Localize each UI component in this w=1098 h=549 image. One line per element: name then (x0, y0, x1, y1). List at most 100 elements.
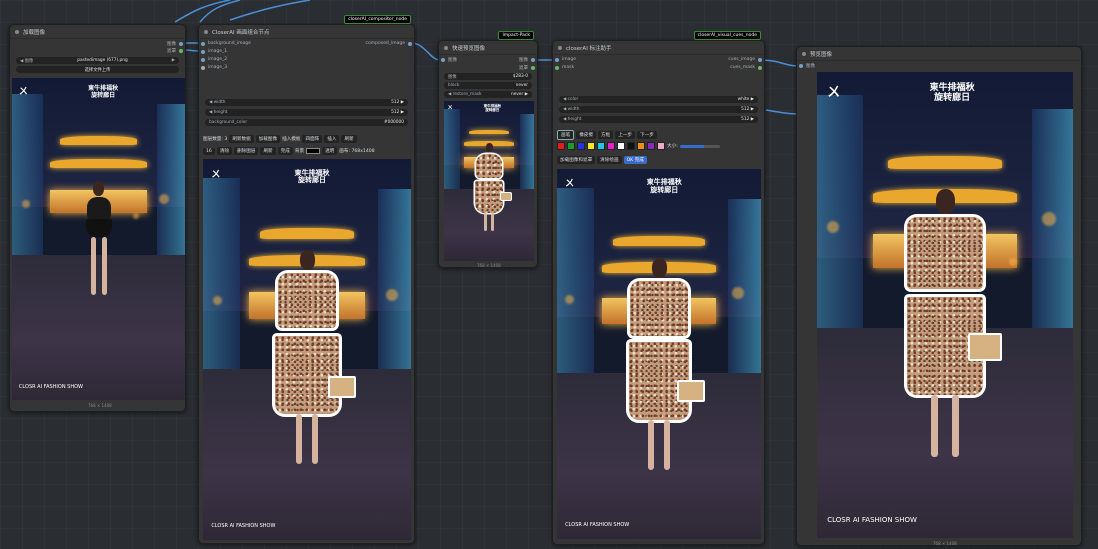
collapse-dot-icon[interactable] (558, 45, 562, 50)
collapse-dot-icon[interactable] (15, 29, 19, 34)
output-slot-mask[interactable]: 遮罩 (519, 65, 535, 71)
input-slot-image[interactable]: 图像 (799, 63, 815, 69)
width-widget[interactable]: ◀ width 512 ▶ (205, 99, 408, 106)
collapse-dot-icon[interactable] (802, 51, 806, 56)
image-select-combo[interactable]: ◀ 图像 pastedimage (677).png ▶ (16, 57, 179, 64)
output-slot-cues-image[interactable]: cues_image (728, 57, 762, 62)
collapse-dot-icon[interactable] (204, 29, 208, 34)
node-title-bar[interactable]: closerAI 标注助手 (553, 41, 764, 55)
height-widget[interactable]: ◀ height 512 ▶ (559, 116, 758, 123)
background-swatch[interactable] (306, 148, 321, 154)
input-pin-icon[interactable] (441, 58, 445, 62)
output-pin-icon[interactable] (179, 49, 183, 53)
annotation-canvas[interactable]: ㄨ 東牛排福秋 旋转廊日 CLOSR AI FASHION SHOW (557, 169, 761, 539)
load-image-mask-button[interactable]: 加载图像和遮罩 (557, 156, 596, 164)
input-slot-mask[interactable]: mask (555, 65, 574, 70)
brush-size-slider[interactable] (679, 144, 720, 148)
color-swatch[interactable] (557, 142, 565, 150)
node-title-bar[interactable]: CloserAI 画面组合节点 (199, 25, 414, 39)
output-pin-icon[interactable] (531, 66, 535, 70)
output-pin-icon[interactable] (758, 65, 762, 70)
node-badge: Impact-Pack (498, 31, 534, 40)
color-swatch[interactable] (627, 142, 635, 150)
color-widget[interactable]: ◀ color white ▶ (559, 96, 758, 103)
color-swatch[interactable] (567, 142, 575, 150)
output-slot-image[interactable]: 图像 (167, 41, 183, 47)
collapse-dot-icon[interactable] (444, 45, 448, 50)
node-title-bar[interactable]: 快速预览图像 (439, 41, 537, 55)
font-size-input[interactable]: 16 (203, 147, 215, 155)
done-button[interactable]: 完成 (277, 147, 293, 155)
color-swatch[interactable] (617, 142, 625, 150)
input-pin-icon[interactable] (201, 65, 205, 70)
width-widget[interactable]: ◀ width 512 ▶ (559, 106, 758, 113)
input-pin-icon[interactable] (799, 64, 803, 68)
ok-done-button[interactable]: OK 完成 (623, 156, 647, 164)
handbag-layer[interactable] (327, 376, 356, 399)
background-color-widget[interactable]: background_color #000000 (205, 119, 408, 126)
color-swatch[interactable] (647, 142, 655, 150)
node-title-bar[interactable]: 加载图像 (10, 25, 185, 39)
input-slot-background[interactable]: background_image (201, 41, 251, 46)
color-swatch[interactable] (607, 142, 615, 150)
preview-image: ㄨ 東牛排福秋 旋转廊日 (444, 101, 534, 261)
output-slot-image[interactable]: 图像 (519, 57, 535, 63)
image-widget[interactable]: 图像 $283-0 (444, 73, 532, 80)
input-pin-icon[interactable] (555, 57, 559, 62)
handbag (968, 332, 1003, 361)
load-image-button[interactable]: 加载图像 (255, 135, 281, 143)
color-palette: 大小: (557, 142, 720, 150)
output-pin-icon[interactable] (531, 58, 535, 62)
input-slot-image1[interactable]: image_1 (201, 49, 227, 54)
output-pin-icon[interactable] (179, 42, 183, 46)
height-widget[interactable]: ◀ height 512 ▶ (205, 109, 408, 116)
compositor-node[interactable]: closerAI_compositor_node CloserAI 画面组合节点… (198, 15, 415, 544)
upload-button[interactable]: 选择文件上传 (16, 66, 179, 73)
color-swatch[interactable] (657, 142, 665, 150)
input-slot-image2[interactable]: image_2 (201, 57, 227, 62)
brush-tool-button[interactable]: 画笔 (557, 130, 575, 140)
arrow-left-icon[interactable]: ◀ 图像 (20, 58, 33, 64)
refresh-data-button[interactable]: 刷新数据 (229, 135, 254, 143)
output-slot-composed[interactable]: composed_image (366, 41, 412, 46)
delete-layer-button[interactable]: 删除图层 (234, 147, 259, 155)
input-pin-icon[interactable] (201, 41, 205, 46)
box-tool-button[interactable]: 方框 (598, 131, 614, 139)
visual-cues-node[interactable]: closerAI_visual_cues_node closerAI 标注助手 … (552, 31, 765, 545)
restore-mask-widget[interactable]: ◀ restore_mask never ▶ (444, 91, 532, 98)
color-swatch[interactable] (597, 142, 605, 150)
node-title: 加载图像 (23, 29, 46, 36)
clear-button[interactable]: 清除 (216, 147, 233, 155)
output-pin-icon[interactable] (408, 41, 412, 46)
output-pin-icon[interactable] (758, 57, 762, 62)
poster-caption: CLOSR AI FASHION SHOW (18, 384, 83, 391)
floral-blouse-layer[interactable] (278, 273, 336, 329)
input-slot-image[interactable]: 图像 (441, 57, 457, 63)
composed-canvas[interactable]: ㄨ 東牛排福秋 旋转廊日 CLOSR AI FASHION SHOW (203, 159, 411, 540)
output-slot-mask[interactable]: 遮罩 (167, 48, 183, 54)
color-swatch[interactable] (577, 142, 585, 150)
load-image-node[interactable]: 加载图像 图像 遮罩 ◀ 图像 pastedimage (677).png ▶ … (9, 24, 186, 412)
output-slot-cues-mask[interactable]: cues_mask (730, 65, 762, 70)
input-pin-icon[interactable] (201, 57, 205, 62)
node-title-bar[interactable]: 预览图像 (797, 47, 1081, 61)
refresh-button[interactable]: 刷新 (341, 135, 357, 143)
input-slot-image[interactable]: image (555, 57, 576, 62)
clear-drawing-button[interactable]: 清除绘画 (597, 156, 622, 164)
template-select[interactable]: 四面阵 (302, 135, 323, 143)
refresh-button-2[interactable]: 刷新 (260, 147, 276, 155)
input-slot-image3[interactable]: image_3 (201, 65, 227, 70)
input-pin-icon[interactable] (201, 49, 205, 54)
eraser-tool-button[interactable]: 橡皮擦 (576, 131, 596, 139)
transparent-button[interactable]: 透明 (322, 147, 338, 155)
input-pin-icon[interactable] (555, 65, 559, 70)
quick-preview-node[interactable]: Impact-Pack 快速预览图像 图像 图像 遮罩 图像 $283-0 blo… (438, 31, 538, 268)
insert-button[interactable]: 插入 (324, 135, 340, 143)
color-swatch[interactable] (637, 142, 645, 150)
color-swatch[interactable] (587, 142, 595, 150)
block-widget[interactable]: block never (444, 82, 532, 89)
preview-image-node[interactable]: 预览图像 图像 ㄨ 東牛排福秋 旋转廊日 CLOSR AI FASHION SHO… (796, 46, 1082, 546)
undo-button[interactable]: 上一步 (615, 131, 635, 139)
redo-button[interactable]: 下一步 (637, 131, 657, 139)
arrow-right-icon[interactable]: ▶ (172, 58, 175, 63)
